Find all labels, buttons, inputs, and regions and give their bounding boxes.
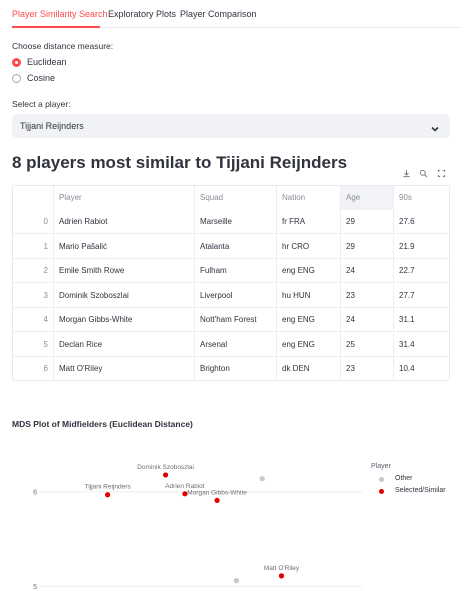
similar-players-table[interactable]: Player Squad Nation Age 90s 0 Adrien Rabi…: [12, 185, 450, 381]
cell-squad: Fulham: [195, 259, 277, 283]
legend-swatch: [379, 488, 384, 494]
cell-player: Matt O'Riley: [54, 357, 195, 380]
cell-age: 29: [341, 210, 394, 234]
legend-title: Player: [371, 463, 391, 470]
cell-index: 1: [13, 234, 54, 259]
results-heading: 8 players most similar to Tijjani Reijnd…: [12, 153, 348, 172]
cell-squad: Atalanta: [195, 234, 277, 259]
cell-90s: 22.7: [399, 266, 415, 275]
cell-nation: fr FRA: [277, 210, 341, 234]
tab-player-similarity-search[interactable]: Player Similarity Search: [12, 9, 108, 19]
cell-squad: Brighton: [195, 357, 277, 380]
mds-scatter-plot: 56Dominik SzoboszlaiTijjani Reijnders Adr…: [33, 464, 362, 591]
radio-euclidean-indicator[interactable]: [12, 57, 21, 67]
radio-cosine-indicator[interactable]: [12, 73, 21, 83]
cell-nation: eng ENG: [277, 308, 341, 332]
legend-swatch: [379, 476, 384, 482]
column-header-nation[interactable]: Nation: [277, 186, 341, 210]
tab-bar: Player Similarity Search Exploratory Plo…: [12, 6, 460, 28]
cell-player: Declan Rice: [54, 332, 195, 357]
table-row[interactable]: 1 Mario Pašalić Atalanta hr CRO 29 21.9: [13, 234, 449, 259]
cell-player: Mario Pašalić: [54, 234, 195, 259]
similar-player-point[interactable]: [105, 492, 111, 498]
cell-age: 29: [341, 234, 394, 259]
radio-cosine-label: Cosine: [27, 73, 56, 83]
cell-squad: Nott'ham Forest: [195, 308, 277, 332]
cell-player: Emile Smith Rowe: [54, 259, 195, 283]
column-header-index: [13, 186, 54, 210]
cell-squad: Liverpool: [195, 283, 277, 308]
cell-age: 23: [341, 283, 394, 308]
cell-index: 3: [13, 283, 54, 308]
chevron-down-icon: [430, 121, 440, 139]
legend-item-label[interactable]: Selected/Similar: [395, 487, 446, 494]
point-label: Matt O'Riley: [264, 565, 300, 572]
player-select-value: Tijjani Reijnders: [20, 121, 84, 131]
other-player-point[interactable]: [233, 578, 240, 584]
similar-player-point[interactable]: [214, 497, 220, 503]
cell-90s: 27.7: [399, 290, 415, 300]
dataframe-toolbar: [398, 166, 450, 181]
cell-nation: eng ENG: [277, 332, 341, 357]
cell-90s: 27.6: [399, 217, 415, 226]
cell-index: 5: [13, 332, 54, 357]
cell-age: 23: [341, 357, 394, 380]
search-icon[interactable]: [418, 168, 430, 180]
cell-index: 6: [13, 357, 54, 380]
cell-nation: hr CRO: [277, 234, 341, 259]
cell-index: 4: [13, 308, 54, 332]
other-player-point[interactable]: [259, 476, 265, 482]
chart-title: MDS Plot of Midfielders (Euclidean Dista…: [12, 419, 193, 429]
table-row[interactable]: 2 Emile Smith Rowe Fulham eng ENG 24 22.7: [13, 259, 449, 283]
y-tick-label: 5: [33, 584, 37, 591]
cell-90s: 31.4: [399, 339, 415, 349]
cell-index: 0: [13, 210, 54, 234]
column-header-90s[interactable]: 90s: [394, 186, 449, 210]
column-header-age[interactable]: Age: [341, 186, 394, 210]
legend-item-label[interactable]: Other: [395, 475, 413, 482]
point-label: Morgan Gibbs-White: [187, 489, 247, 496]
cell-squad: Marseille: [195, 210, 277, 234]
distance-measure-label: Choose distance measure:: [12, 41, 114, 51]
cell-age: 24: [341, 308, 394, 332]
radio-euclidean[interactable]: Euclidean: [12, 56, 67, 68]
active-tab-indicator: [12, 26, 100, 28]
tab-player-comparison[interactable]: Player Comparison: [180, 9, 257, 19]
cell-nation: hu HUN: [277, 283, 341, 308]
cell-player: Morgan Gibbs-White: [54, 308, 195, 332]
cell-player: Dominik Szoboszlai: [54, 283, 195, 308]
radio-cosine[interactable]: Cosine: [12, 72, 55, 84]
column-header-player[interactable]: Player: [54, 186, 195, 210]
point-label: Tijjani Reijnders: [85, 484, 132, 491]
table-row[interactable]: 5 Declan Rice Arsenal eng ENG 25 31.4: [13, 332, 449, 357]
similar-player-point[interactable]: [278, 573, 285, 579]
cell-90s: 21.9: [399, 241, 415, 251]
player-select-label: Select a player:: [12, 99, 71, 109]
table-row[interactable]: 0 Adrien Rabiot Marseille fr FRA 29 27.6: [13, 210, 449, 234]
cell-player: Adrien Rabiot: [54, 210, 195, 234]
cell-age: 25: [341, 332, 394, 357]
cell-nation: dk DEN: [277, 357, 341, 380]
table-row[interactable]: 4 Morgan Gibbs-White Nott'ham Forest eng EN…: [13, 308, 449, 332]
table-header-row: Player Squad Nation Age 90s: [13, 186, 449, 210]
point-label: Dominik Szoboszlai: [137, 464, 194, 471]
cell-index: 2: [13, 259, 54, 283]
cell-90s: 10.4: [399, 364, 415, 373]
table-row[interactable]: 6 Matt O'Riley Brighton dk DEN 23 10.4: [13, 357, 449, 380]
fullscreen-icon[interactable]: [435, 168, 447, 180]
tab-exploratory-plots[interactable]: Exploratory Plots: [108, 9, 176, 19]
radio-euclidean-label: Euclidean: [27, 57, 67, 67]
cell-nation: eng ENG: [277, 259, 341, 283]
column-header-squad[interactable]: Squad: [195, 186, 277, 210]
cell-squad: Arsenal: [195, 332, 277, 357]
table-row[interactable]: 3 Dominik Szoboszlai Liverpool hu HUN 23 27.7: [13, 283, 449, 308]
cell-90s: 31.1: [399, 315, 415, 324]
player-select[interactable]: Tijjani Reijnders: [12, 114, 450, 138]
similar-player-point[interactable]: [162, 472, 169, 478]
download-icon[interactable]: [401, 168, 413, 180]
y-tick-label: 6: [33, 489, 37, 496]
cell-age: 24: [341, 259, 394, 283]
